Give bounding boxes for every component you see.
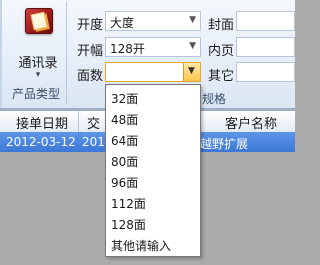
pages-combo[interactable]: ▼ [105, 62, 201, 82]
chevron-down-icon[interactable]: ▼ [189, 41, 196, 51]
other-combo[interactable] [236, 62, 295, 82]
size-label: 开幅 [77, 44, 104, 59]
cover-combo[interactable] [236, 11, 295, 31]
cell-order-date: 2012-03-12 [6, 135, 76, 149]
column-header-delivery[interactable]: 交 [87, 113, 100, 132]
column-header-customer-name[interactable]: 客户名称 [225, 113, 277, 132]
contacts-button[interactable]: 通讯录 ▾ [12, 6, 64, 86]
format-combo[interactable]: 大度 ▼ [105, 11, 201, 31]
dropdown-option[interactable]: 其他请输入 [111, 237, 171, 254]
dropdown-option[interactable]: 128面 [111, 216, 146, 233]
column-divider[interactable] [78, 111, 79, 132]
contacts-button-label: 通讯录 [18, 56, 58, 71]
chevron-down-icon[interactable]: ▼ [189, 15, 196, 25]
dropdown-option[interactable]: 96面 [111, 174, 138, 191]
chevron-down-icon: ▼ [188, 66, 195, 76]
pages-label: 面数 [77, 69, 104, 84]
size-value: 128开 [110, 42, 145, 56]
dropdown-option[interactable]: 32面 [111, 90, 138, 107]
other-label: 其它 [208, 69, 235, 84]
format-value: 大度 [110, 16, 135, 30]
inner-combo[interactable] [236, 37, 295, 57]
pages-dropdown-button[interactable]: ▼ [183, 63, 200, 81]
address-book-icon [25, 8, 53, 34]
dropdown-option[interactable]: 112面 [111, 195, 146, 212]
inner-label: 内页 [208, 44, 235, 59]
cell-customer-name: 越野扩展 [200, 137, 249, 151]
product-type-group: 通讯录 ▾ 产品类型 [6, 2, 67, 104]
product-type-group-label: 产品类型 [11, 87, 60, 101]
pages-dropdown-list: 32面 48面 64面 80面 96面 112面 128面 其他请输入 [105, 84, 201, 257]
dropdown-option[interactable]: 64面 [111, 132, 138, 149]
dropdown-option[interactable]: 48面 [111, 111, 138, 128]
format-label: 开度 [77, 18, 104, 33]
cover-label: 封面 [208, 18, 235, 33]
column-header-order-date[interactable]: 接单日期 [16, 113, 68, 132]
dropdown-option[interactable]: 80面 [111, 153, 138, 170]
size-combo[interactable]: 128开 ▼ [105, 37, 201, 57]
spec-group-label: 规格 [202, 92, 227, 106]
ribbon-edge [0, 0, 2, 108]
chevron-down-icon[interactable]: ▾ [12, 70, 64, 80]
